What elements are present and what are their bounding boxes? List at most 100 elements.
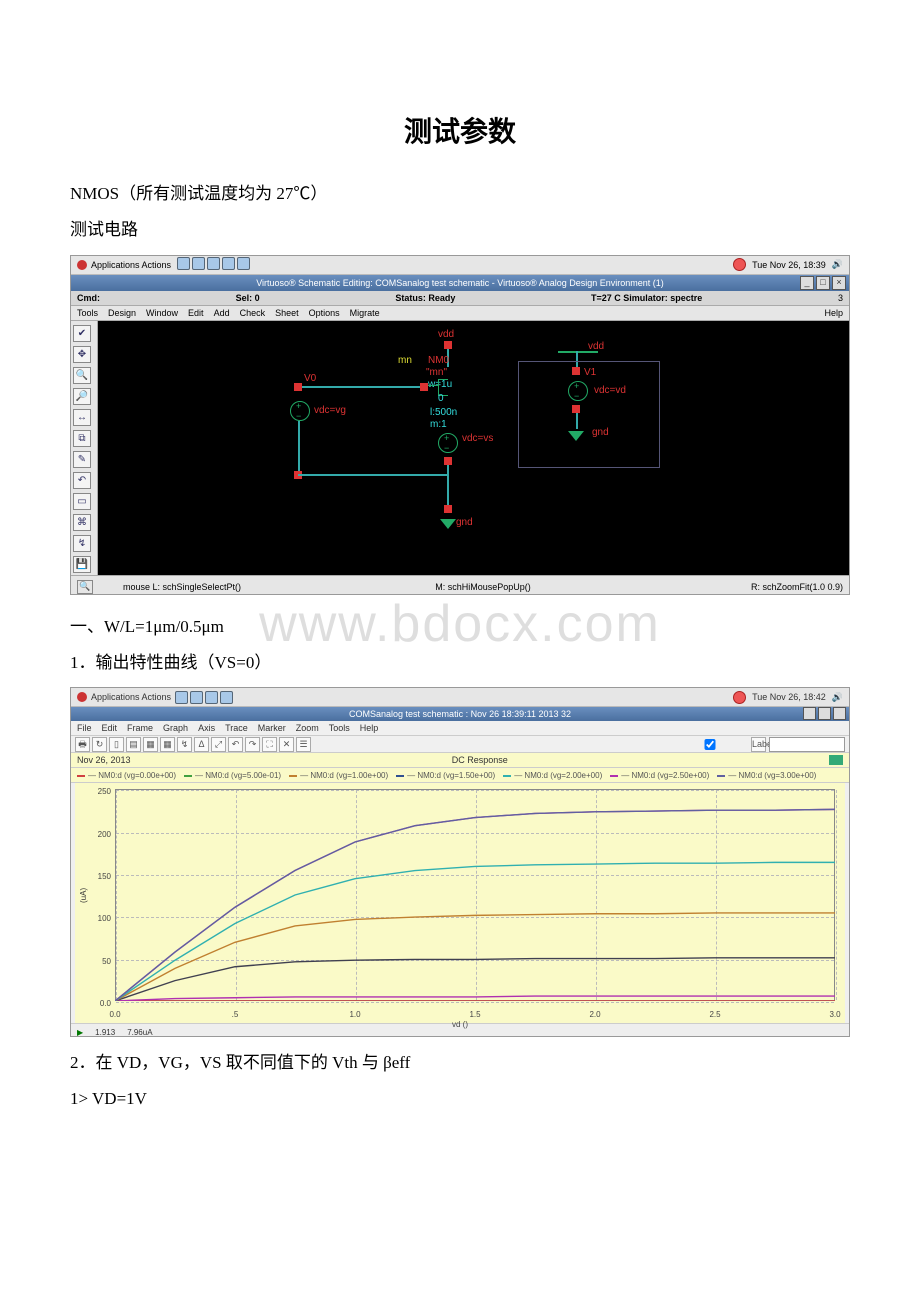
menu-graph[interactable]: Graph (163, 723, 188, 733)
pin-vdd[interactable] (444, 341, 452, 349)
menu-zoom[interactable]: Zoom (296, 723, 319, 733)
legend-item[interactable]: — NM0:d (vg=3.00e+00) (717, 771, 816, 780)
tb-undo-icon[interactable]: ↶ (228, 737, 243, 752)
trace[interactable] (115, 810, 835, 1002)
plot-area[interactable]: (uA) vd () 0.0501001502002500.0.51.01.52… (75, 783, 845, 1023)
menu-edit[interactable]: Edit (102, 723, 118, 733)
tb-redo-icon[interactable]: ↷ (245, 737, 260, 752)
plot-window-titlebar[interactable]: COMSanalog test schematic : Nov 26 18:39… (71, 707, 849, 721)
menu-file[interactable]: File (77, 723, 92, 733)
vsource-vg[interactable] (290, 401, 310, 421)
menu-marker[interactable]: Marker (258, 723, 286, 733)
tool-stretch-icon[interactable]: ↔ (73, 409, 91, 426)
mouse-mid: M: schHiMousePopUp() (373, 582, 593, 592)
trace[interactable] (115, 863, 835, 1002)
menu-axis[interactable]: Axis (198, 723, 215, 733)
menu-frame[interactable]: Frame (127, 723, 153, 733)
pin-node[interactable] (444, 457, 452, 465)
window-titlebar[interactable]: Virtuoso® Schematic Editing: COMSanalog … (71, 275, 849, 291)
label-text: Label: (751, 737, 766, 752)
menu-design[interactable]: Design (108, 308, 136, 318)
apps-menu[interactable]: Applications Actions (91, 692, 171, 702)
tb-reload-icon[interactable]: ↻ (92, 737, 107, 752)
tool-save-icon[interactable]: 💾 (73, 556, 91, 573)
min-button[interactable] (803, 707, 816, 720)
menu-bar[interactable]: Tools Design Window Edit Add Check Sheet… (71, 306, 849, 321)
menu-add[interactable]: Add (214, 308, 230, 318)
menu-tools[interactable]: Tools (77, 308, 98, 318)
tool-copy-icon[interactable]: ⧉ (73, 430, 91, 447)
taskbar-icons[interactable] (175, 257, 250, 272)
pin-gate[interactable] (420, 383, 428, 391)
close-button[interactable]: × (832, 276, 846, 290)
vsource-vs[interactable] (438, 433, 458, 453)
tool-cmd-icon[interactable]: ⌘ (73, 514, 91, 531)
pin-vg[interactable] (294, 383, 302, 391)
tool-delete-icon[interactable]: ✎ (73, 451, 91, 468)
section-1: 一、W/L=1μm/0.5μm (70, 605, 850, 643)
volume-icon[interactable]: 🔊 (832, 692, 843, 703)
pin-gnd[interactable] (444, 505, 452, 513)
legend-item[interactable]: — NM0:d (vg=1.50e+00) (396, 771, 495, 780)
item-1: 1．输出特性曲线（VS=0） (70, 647, 850, 679)
alert-icon[interactable] (733, 258, 746, 271)
label-nm0: NM0 (428, 355, 449, 366)
trace[interactable] (115, 810, 835, 1002)
label-input[interactable] (769, 737, 845, 752)
volume-icon[interactable]: 🔊 (832, 259, 843, 270)
tb-fit-icon[interactable]: ⛶ (262, 737, 277, 752)
schematic-canvas[interactable]: vdd mn NM0 "mn" w=1u 0 l:500n m:1 vdc=vs (98, 321, 849, 575)
tb-delta-icon[interactable]: Δ (194, 737, 209, 752)
min-button[interactable]: _ (800, 276, 814, 290)
tb-zoom-icon[interactable]: ⤢ (211, 737, 226, 752)
max-button[interactable]: □ (816, 276, 830, 290)
apps-menu[interactable]: Applications Actions (91, 260, 171, 270)
tb-split-icon[interactable]: ▤ (126, 737, 141, 752)
legend-item[interactable]: — NM0:d (vg=2.50e+00) (610, 771, 709, 780)
tb-cursor-icon[interactable]: ↯ (177, 737, 192, 752)
tool-zoomout-icon[interactable]: 🔎 (73, 388, 91, 405)
close-button[interactable] (833, 707, 846, 720)
legend-item[interactable]: — NM0:d (vg=5.00e-01) (184, 771, 281, 780)
tool-zoomin-icon[interactable]: 🔍 (73, 367, 91, 384)
tool-check-icon[interactable]: ✔ (73, 325, 91, 342)
tb-x-icon[interactable]: ✕ (279, 737, 294, 752)
label-vdc-vs: vdc=vs (462, 433, 493, 444)
menu-tools[interactable]: Tools (329, 723, 350, 733)
trace[interactable] (115, 913, 835, 1001)
tb-grid-icon[interactable]: ▦ (160, 737, 175, 752)
y-axis-label: (uA) (79, 888, 88, 903)
menu-sheet[interactable]: Sheet (275, 308, 299, 318)
tool-route-icon[interactable]: ↯ (73, 535, 91, 552)
menu-help[interactable]: Help (824, 308, 843, 318)
menu-migrate[interactable]: Migrate (350, 308, 380, 318)
trace[interactable] (115, 996, 835, 1001)
menu-check[interactable]: Check (240, 308, 266, 318)
legend-item[interactable]: — NM0:d (vg=1.00e+00) (289, 771, 388, 780)
legend-item[interactable]: — NM0:d (vg=0.00e+00) (77, 771, 176, 780)
label-checkbox[interactable] (675, 739, 745, 750)
max-button[interactable] (818, 707, 831, 720)
menu-trace[interactable]: Trace (225, 723, 248, 733)
plot-menu-bar[interactable]: File Edit Frame Graph Axis Trace Marker … (71, 721, 849, 736)
tb-combine-icon[interactable]: ▦ (143, 737, 158, 752)
menu-help[interactable]: Help (360, 723, 379, 733)
trace[interactable] (115, 958, 835, 1001)
color-swatch[interactable] (829, 755, 843, 765)
menu-window[interactable]: Window (146, 308, 178, 318)
plot-toolbar[interactable]: 🖶 ↻ ▯ ▤ ▦ ▦ ↯ Δ ⤢ ↶ ↷ ⛶ ✕ ☰ Label: (71, 736, 849, 753)
tool-prop-icon[interactable]: ▭ (73, 493, 91, 510)
alert-icon[interactable] (733, 691, 746, 704)
menu-options[interactable]: Options (309, 308, 340, 318)
legend-item[interactable]: — NM0:d (vg=2.00e+00) (503, 771, 602, 780)
tool-move-icon[interactable]: ✥ (73, 346, 91, 363)
search-icon[interactable]: 🔍 (77, 580, 93, 594)
tool-undo-icon[interactable]: ↶ (73, 472, 91, 489)
doc-title: 测试参数 (70, 110, 850, 150)
tool-palette[interactable]: ✔ ✥ 🔍 🔎 ↔ ⧉ ✎ ↶ ▭ ⌘ ↯ 💾 (71, 321, 98, 575)
taskbar-icons[interactable] (175, 691, 233, 704)
tb-strip-icon[interactable]: ☰ (296, 737, 311, 752)
tb-print-icon[interactable]: 🖶 (75, 737, 90, 752)
tb-sep-icon[interactable]: ▯ (109, 737, 124, 752)
menu-edit[interactable]: Edit (188, 308, 204, 318)
